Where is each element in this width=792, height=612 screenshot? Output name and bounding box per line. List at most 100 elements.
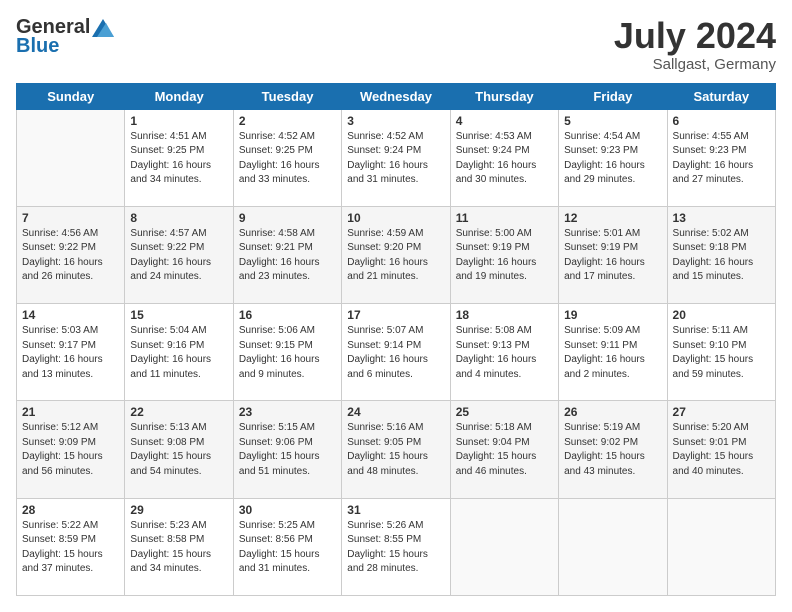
day-number: 26 <box>564 405 661 419</box>
day-number: 5 <box>564 114 661 128</box>
calendar-cell: 11 Sunrise: 5:00 AM Sunset: 9:19 PM Dayli… <box>450 206 558 303</box>
calendar-cell: 29 Sunrise: 5:23 AM Sunset: 8:58 PM Dayli… <box>125 498 233 595</box>
header: General Blue July 2024 Sallgast, Germany <box>16 16 776 73</box>
calendar-cell: 26 Sunrise: 5:19 AM Sunset: 9:02 PM Dayli… <box>559 401 667 498</box>
day-info: Sunrise: 5:04 AM Sunset: 9:16 PM Dayligh… <box>130 324 227 382</box>
calendar-cell: 23Sunrise: 5:15 AM Sunset: 9:06 PM Dayli… <box>233 401 341 498</box>
day-info: Sunrise: 5:23 AM Sunset: 8:58 PM Dayligh… <box>130 519 227 577</box>
day-number: 14 <box>22 308 119 322</box>
calendar-cell: 5 Sunrise: 4:54 AM Sunset: 9:23 PM Daylig… <box>559 109 667 206</box>
week-row-5: 28 Sunrise: 5:22 AM Sunset: 8:59 PM Dayli… <box>17 498 776 595</box>
day-info: Sunrise: 5:12 AM Sunset: 9:09 PM Dayligh… <box>22 421 119 479</box>
logo-blue: Blue <box>16 35 59 58</box>
calendar-cell: 22 Sunrise: 5:13 AM Sunset: 9:08 PM Dayli… <box>125 401 233 498</box>
day-number: 22 <box>130 405 227 419</box>
calendar-cell: 4 Sunrise: 4:53 AM Sunset: 9:24 PM Daylig… <box>450 109 558 206</box>
day-number: 16 <box>239 308 336 322</box>
logo: General Blue <box>16 16 114 58</box>
calendar-cell: 27Sunrise: 5:20 AM Sunset: 9:01 PM Dayli… <box>667 401 775 498</box>
day-info: Sunrise: 5:02 AM Sunset: 9:18 PM Dayligh… <box>673 227 770 285</box>
calendar-cell: 20Sunrise: 5:11 AM Sunset: 9:10 PM Dayli… <box>667 304 775 401</box>
day-info: Sunrise: 4:54 AM Sunset: 9:23 PM Dayligh… <box>564 130 661 188</box>
day-number: 18 <box>456 308 553 322</box>
location: Sallgast, Germany <box>614 56 776 73</box>
page: General Blue July 2024 Sallgast, Germany… <box>0 0 792 612</box>
day-number: 31 <box>347 503 444 517</box>
calendar-cell: 7Sunrise: 4:56 AM Sunset: 9:22 PM Daylig… <box>17 206 125 303</box>
calendar-table: SundayMondayTuesdayWednesdayThursdayFrid… <box>16 83 776 596</box>
day-number: 8 <box>130 211 227 225</box>
calendar-cell: 30 Sunrise: 5:25 AM Sunset: 8:56 PM Dayli… <box>233 498 341 595</box>
calendar-cell: 19 Sunrise: 5:09 AM Sunset: 9:11 PM Dayli… <box>559 304 667 401</box>
calendar-cell: 15 Sunrise: 5:04 AM Sunset: 9:16 PM Dayli… <box>125 304 233 401</box>
calendar-cell: 8 Sunrise: 4:57 AM Sunset: 9:22 PM Daylig… <box>125 206 233 303</box>
day-info: Sunrise: 4:52 AM Sunset: 9:24 PM Dayligh… <box>347 130 444 188</box>
day-number: 4 <box>456 114 553 128</box>
column-header-friday: Friday <box>559 83 667 109</box>
logo-icon <box>92 19 114 37</box>
day-info: Sunrise: 5:15 AM Sunset: 9:06 PM Dayligh… <box>239 421 336 479</box>
day-info: Sunrise: 5:22 AM Sunset: 8:59 PM Dayligh… <box>22 519 119 577</box>
day-info: Sunrise: 5:25 AM Sunset: 8:56 PM Dayligh… <box>239 519 336 577</box>
day-number: 13 <box>673 211 770 225</box>
calendar-cell: 6 Sunrise: 4:55 AM Sunset: 9:23 PM Daylig… <box>667 109 775 206</box>
calendar-cell: 1Sunrise: 4:51 AM Sunset: 9:25 PM Daylig… <box>125 109 233 206</box>
title-section: July 2024 Sallgast, Germany <box>614 16 776 73</box>
day-info: Sunrise: 5:06 AM Sunset: 9:15 PM Dayligh… <box>239 324 336 382</box>
day-number: 6 <box>673 114 770 128</box>
calendar-cell: 16 Sunrise: 5:06 AM Sunset: 9:15 PM Dayli… <box>233 304 341 401</box>
calendar-header-row: SundayMondayTuesdayWednesdayThursdayFrid… <box>17 83 776 109</box>
week-row-1: 1Sunrise: 4:51 AM Sunset: 9:25 PM Daylig… <box>17 109 776 206</box>
week-row-4: 21 Sunrise: 5:12 AM Sunset: 9:09 PM Dayli… <box>17 401 776 498</box>
day-info: Sunrise: 5:19 AM Sunset: 9:02 PM Dayligh… <box>564 421 661 479</box>
column-header-saturday: Saturday <box>667 83 775 109</box>
day-number: 11 <box>456 211 553 225</box>
calendar-cell: 18Sunrise: 5:08 AM Sunset: 9:13 PM Dayli… <box>450 304 558 401</box>
day-info: Sunrise: 5:18 AM Sunset: 9:04 PM Dayligh… <box>456 421 553 479</box>
day-number: 19 <box>564 308 661 322</box>
calendar-cell: 12 Sunrise: 5:01 AM Sunset: 9:19 PM Dayli… <box>559 206 667 303</box>
column-header-tuesday: Tuesday <box>233 83 341 109</box>
day-number: 15 <box>130 308 227 322</box>
day-info: Sunrise: 5:13 AM Sunset: 9:08 PM Dayligh… <box>130 421 227 479</box>
day-info: Sunrise: 4:58 AM Sunset: 9:21 PM Dayligh… <box>239 227 336 285</box>
day-number: 30 <box>239 503 336 517</box>
week-row-3: 14 Sunrise: 5:03 AM Sunset: 9:17 PM Dayli… <box>17 304 776 401</box>
day-number: 21 <box>22 405 119 419</box>
day-number: 25 <box>456 405 553 419</box>
day-info: Sunrise: 5:00 AM Sunset: 9:19 PM Dayligh… <box>456 227 553 285</box>
calendar-cell: 10 Sunrise: 4:59 AM Sunset: 9:20 PM Dayli… <box>342 206 450 303</box>
calendar-cell: 17Sunrise: 5:07 AM Sunset: 9:14 PM Dayli… <box>342 304 450 401</box>
calendar-cell: 14 Sunrise: 5:03 AM Sunset: 9:17 PM Dayli… <box>17 304 125 401</box>
column-header-sunday: Sunday <box>17 83 125 109</box>
day-info: Sunrise: 4:52 AM Sunset: 9:25 PM Dayligh… <box>239 130 336 188</box>
day-info: Sunrise: 5:07 AM Sunset: 9:14 PM Dayligh… <box>347 324 444 382</box>
calendar-cell <box>559 498 667 595</box>
day-number: 20 <box>673 308 770 322</box>
calendar-cell: 24 Sunrise: 5:16 AM Sunset: 9:05 PM Dayli… <box>342 401 450 498</box>
day-number: 24 <box>347 405 444 419</box>
day-info: Sunrise: 4:53 AM Sunset: 9:24 PM Dayligh… <box>456 130 553 188</box>
day-info: Sunrise: 4:51 AM Sunset: 9:25 PM Dayligh… <box>130 130 227 188</box>
day-info: Sunrise: 4:56 AM Sunset: 9:22 PM Dayligh… <box>22 227 119 285</box>
calendar-cell: 2Sunrise: 4:52 AM Sunset: 9:25 PM Daylig… <box>233 109 341 206</box>
calendar-cell: 13 Sunrise: 5:02 AM Sunset: 9:18 PM Dayli… <box>667 206 775 303</box>
column-header-monday: Monday <box>125 83 233 109</box>
day-info: Sunrise: 5:01 AM Sunset: 9:19 PM Dayligh… <box>564 227 661 285</box>
calendar-cell <box>17 109 125 206</box>
day-number: 28 <box>22 503 119 517</box>
day-info: Sunrise: 5:16 AM Sunset: 9:05 PM Dayligh… <box>347 421 444 479</box>
day-info: Sunrise: 4:57 AM Sunset: 9:22 PM Dayligh… <box>130 227 227 285</box>
day-info: Sunrise: 4:55 AM Sunset: 9:23 PM Dayligh… <box>673 130 770 188</box>
day-number: 10 <box>347 211 444 225</box>
day-info: Sunrise: 5:09 AM Sunset: 9:11 PM Dayligh… <box>564 324 661 382</box>
day-info: Sunrise: 5:03 AM Sunset: 9:17 PM Dayligh… <box>22 324 119 382</box>
day-info: Sunrise: 4:59 AM Sunset: 9:20 PM Dayligh… <box>347 227 444 285</box>
calendar-cell <box>667 498 775 595</box>
day-number: 3 <box>347 114 444 128</box>
calendar-cell <box>450 498 558 595</box>
calendar-cell: 25 Sunrise: 5:18 AM Sunset: 9:04 PM Dayli… <box>450 401 558 498</box>
day-info: Sunrise: 5:20 AM Sunset: 9:01 PM Dayligh… <box>673 421 770 479</box>
day-number: 12 <box>564 211 661 225</box>
day-number: 29 <box>130 503 227 517</box>
